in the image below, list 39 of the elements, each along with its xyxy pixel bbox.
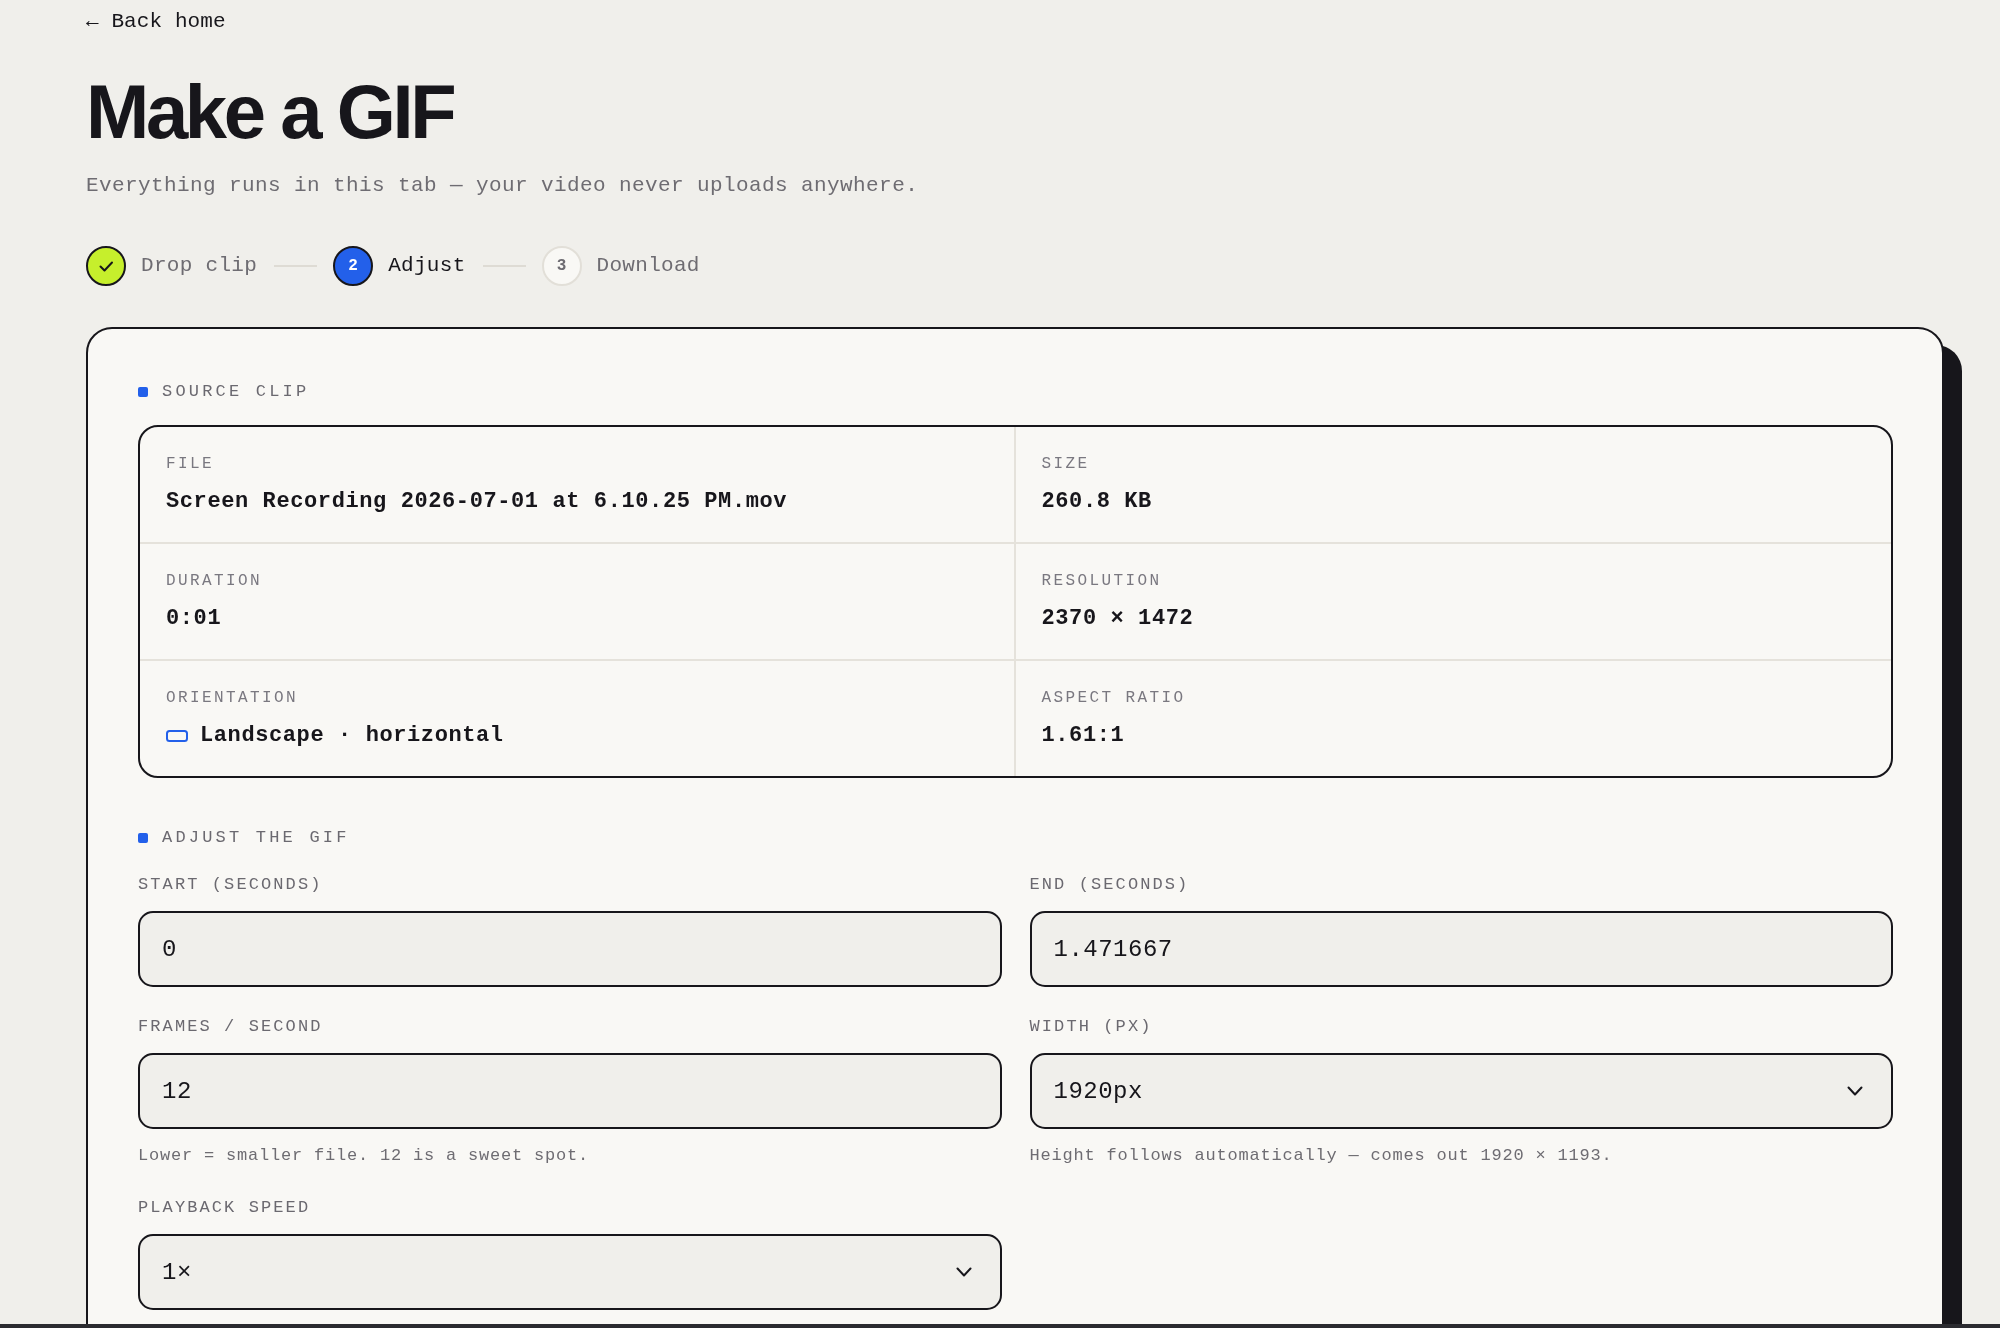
page-title: Make a GIF (86, 74, 454, 150)
info-label: DURATION (166, 571, 262, 591)
info-value: Landscape · horizontal (200, 722, 504, 750)
info-label: FILE (166, 454, 214, 474)
chevron-down-icon (955, 1267, 972, 1277)
back-link[interactable]: ← Back home (86, 9, 226, 35)
subtitle: Everything runs in this tab — your video never uploads anywhere. (86, 173, 919, 199)
step-label: Drop clip (141, 253, 258, 279)
number-input[interactable]: 1.471667 (1029, 911, 1893, 987)
step-label: Adjust (388, 253, 466, 279)
hint-text: Height follows automatically — comes out 1920 × 1193. (1029, 1145, 1613, 1167)
number-input[interactable]: 0 (138, 911, 1002, 987)
info-value: 260.8 KB (1041, 488, 1152, 516)
chevron-down-icon (1847, 1086, 1863, 1096)
hint-text: Lower = smaller file. 12 is a sweet spot. (138, 1145, 590, 1167)
field-label: START (SECONDS) (138, 875, 323, 895)
step-number-badge: 2 (333, 246, 374, 286)
step-number-badge: 3 (541, 246, 582, 286)
dropdown[interactable]: 1× (138, 1234, 1002, 1310)
field-label: FRAMES / SECOND (138, 1017, 323, 1037)
info-value: 0:01 (166, 605, 222, 633)
info-label: SIZE (1041, 454, 1090, 474)
field-label: WIDTH (PX) (1029, 1017, 1153, 1037)
field-label: PLAYBACK SPEED (138, 1198, 311, 1218)
info-value: 1.61:1 (1041, 722, 1125, 750)
step-label: Download (596, 253, 700, 279)
field-label: END (SECONDS) (1029, 875, 1190, 895)
info-value: Screen Recording 2026-07-01 at 6.10.25 PM.mov (166, 488, 788, 516)
bullet-icon (138, 387, 148, 397)
landscape-rectangle-icon (166, 730, 188, 742)
info-value: 2370 × 1472 (1041, 605, 1194, 633)
info-label: ASPECT RATIO (1041, 688, 1186, 708)
section-heading: ADJUST THE GIF (162, 828, 350, 848)
dropdown[interactable]: 1920px (1029, 1053, 1893, 1129)
bullet-icon (138, 833, 148, 843)
section-heading: SOURCE CLIP (162, 382, 310, 402)
info-label: RESOLUTION (1041, 571, 1162, 591)
info-label: ORIENTATION (166, 688, 299, 708)
number-input[interactable]: 12 (138, 1053, 1002, 1129)
